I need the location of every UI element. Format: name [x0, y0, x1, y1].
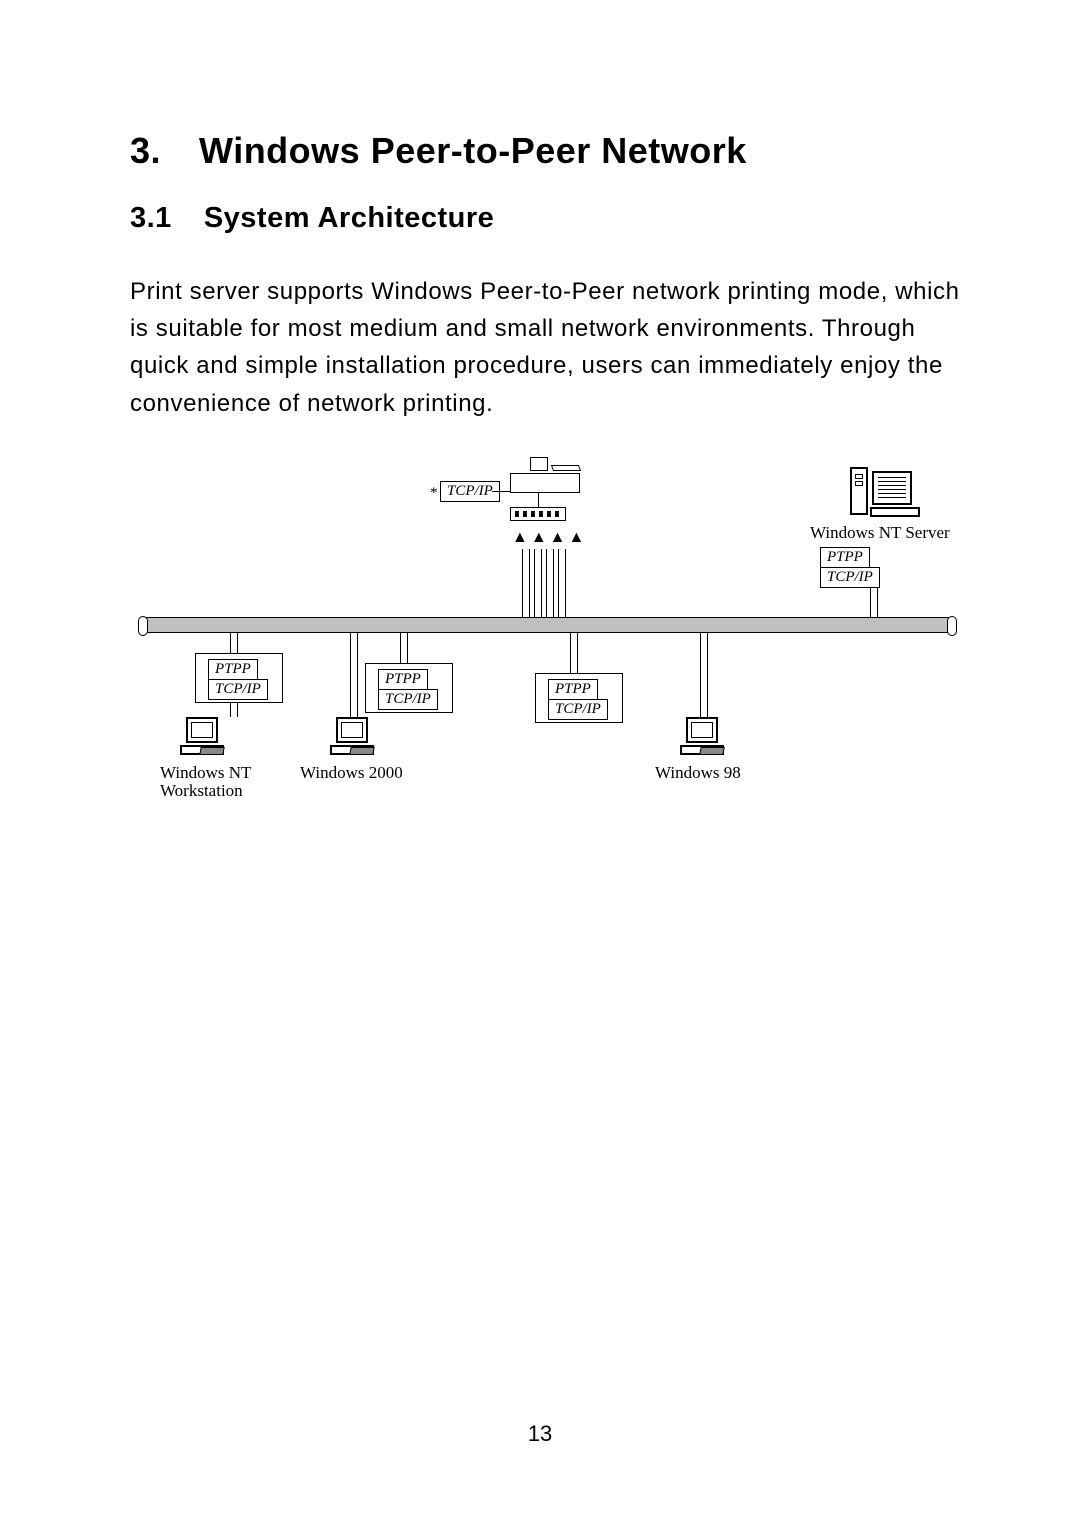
arrows-icon: ▲▲▲▲ — [512, 529, 587, 547]
client-label-line2: Workstation — [160, 781, 243, 801]
section-number: 3.1 — [130, 202, 172, 235]
nt-server-label: Windows NT Server — [810, 523, 950, 543]
protocol-tag-ptpp: PTPP — [378, 669, 428, 690]
connector-line — [538, 493, 539, 507]
connector-line — [700, 633, 708, 717]
workstation-icon — [330, 717, 374, 757]
client-label: Windows 98 — [655, 763, 741, 783]
connector-line — [230, 703, 238, 717]
chapter-heading: 3. Windows Peer-to-Peer Network — [130, 130, 960, 172]
connector-line — [870, 587, 878, 617]
body-paragraph: Print server supports Windows Peer-to-Pe… — [130, 273, 960, 422]
architecture-diagram: * TCP/IP ▲▲▲▲ Windows NT Server PTPP TCP… — [130, 467, 960, 807]
chapter-title: Windows Peer-to-Peer Network — [199, 130, 747, 172]
client-label: Windows 2000 — [300, 763, 403, 783]
connector-line — [546, 549, 554, 617]
protocol-tag-ptpp: PTPP — [548, 679, 598, 700]
protocol-tag-tcpip: TCP/IP — [378, 689, 438, 710]
section-heading: 3.1 System Architecture — [130, 202, 960, 235]
connector-line — [522, 549, 530, 617]
protocol-tag-tcpip: TCP/IP — [820, 567, 880, 588]
workstation-icon — [180, 717, 224, 757]
connector-line — [570, 633, 578, 673]
protocol-tag-printserver: TCP/IP — [440, 481, 500, 502]
client-label: Windows NT — [160, 763, 251, 783]
connector-line — [230, 633, 238, 653]
network-bus — [140, 617, 955, 633]
connector-line — [492, 491, 510, 492]
connector-line — [534, 549, 542, 617]
connector-line — [558, 549, 566, 617]
connector-line — [400, 633, 408, 663]
protocol-tag-ptpp: PTPP — [820, 547, 870, 568]
bus-terminator-left — [138, 616, 148, 636]
bus-terminator-right — [947, 616, 957, 636]
protocol-tag-tcpip: TCP/IP — [208, 679, 268, 700]
section-title: System Architecture — [204, 202, 494, 235]
asterisk: * — [430, 485, 438, 502]
protocol-tag-tcpip: TCP/IP — [548, 699, 608, 720]
page-number: 13 — [0, 1421, 1080, 1447]
connector-line — [350, 633, 358, 717]
chapter-number: 3. — [130, 130, 161, 172]
printserver-hub-icon — [510, 507, 566, 521]
nt-server-icon — [850, 467, 930, 527]
protocol-tag-ptpp: PTPP — [208, 659, 258, 680]
workstation-icon — [680, 717, 724, 757]
